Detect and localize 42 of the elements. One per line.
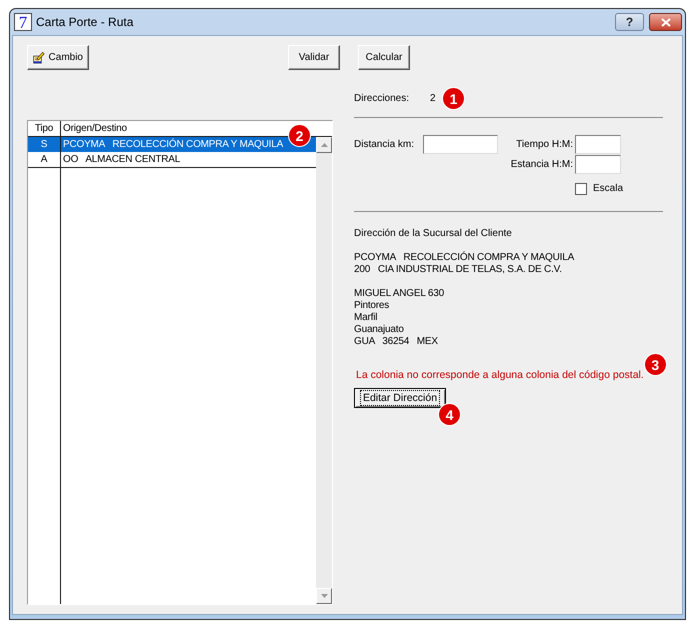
address-line: GUA 36254 MEX bbox=[354, 336, 438, 348]
checkbox[interactable] bbox=[575, 183, 587, 195]
column-header: Origen/Destino bbox=[62, 122, 127, 136]
field-label: Tiempo H:M: bbox=[515, 138, 573, 150]
input-field[interactable] bbox=[423, 135, 498, 154]
field-label: Distancia km: bbox=[354, 138, 416, 150]
column-header: Tipo bbox=[28, 121, 61, 136]
window-title: Carta Porte - Ruta bbox=[36, 14, 134, 31]
scroll-up-button[interactable] bbox=[316, 137, 332, 153]
close-button[interactable] bbox=[649, 13, 682, 31]
caret-down-icon bbox=[320, 594, 328, 598]
toolbar-button[interactable]: Calcular bbox=[358, 45, 410, 70]
callout-number: 1 bbox=[443, 88, 464, 109]
table-cell: A bbox=[28, 152, 61, 167]
app-logo: 7 bbox=[14, 13, 32, 31]
toolbar-button[interactable]: Validar bbox=[288, 45, 340, 70]
table-cell-text: PCOYMA RECOLECCIÓN COMPRA Y MAQUILA bbox=[62, 137, 284, 152]
input-field[interactable] bbox=[575, 155, 621, 174]
callout-number: 4 bbox=[439, 404, 460, 425]
table-cell-text: OO ALMACEN CENTRAL bbox=[62, 153, 180, 167]
field-label: Estancia H:M: bbox=[510, 158, 573, 170]
caret-up-icon bbox=[320, 143, 328, 147]
address-line: MIGUEL ANGEL 630 bbox=[354, 288, 444, 300]
input-field[interactable] bbox=[575, 135, 621, 154]
checkbox-label: Escala bbox=[593, 183, 624, 195]
edit-address-button[interactable]: Editar Dirección bbox=[354, 388, 446, 408]
scroll-down-button[interactable] bbox=[316, 588, 332, 604]
section-heading: Dirección de la Sucursal del Cliente bbox=[354, 228, 512, 240]
address-line: Marfil bbox=[354, 312, 378, 324]
close-icon bbox=[660, 18, 670, 26]
cambio-button[interactable]: Cambio bbox=[27, 45, 89, 70]
warning-message: La colonia no corresponde a alguna colonia del código postal. bbox=[356, 369, 644, 381]
address-line: 200 CIA INDUSTRIAL DE TELAS, S.A. DE C.V. bbox=[354, 264, 562, 276]
address-line: Guanajuato bbox=[354, 324, 404, 336]
help-button[interactable]: ? bbox=[615, 13, 644, 31]
callout-number: 3 bbox=[644, 354, 666, 375]
field-value: 2 bbox=[430, 92, 436, 104]
callout-number: 2 bbox=[289, 125, 310, 146]
address-line: PCOYMA RECOLECCIÓN COMPRA Y MAQUILA bbox=[354, 252, 574, 264]
address-line: Pintores bbox=[354, 300, 390, 312]
field-label: Direcciones: bbox=[354, 92, 410, 104]
scrollbar[interactable] bbox=[316, 137, 332, 604]
